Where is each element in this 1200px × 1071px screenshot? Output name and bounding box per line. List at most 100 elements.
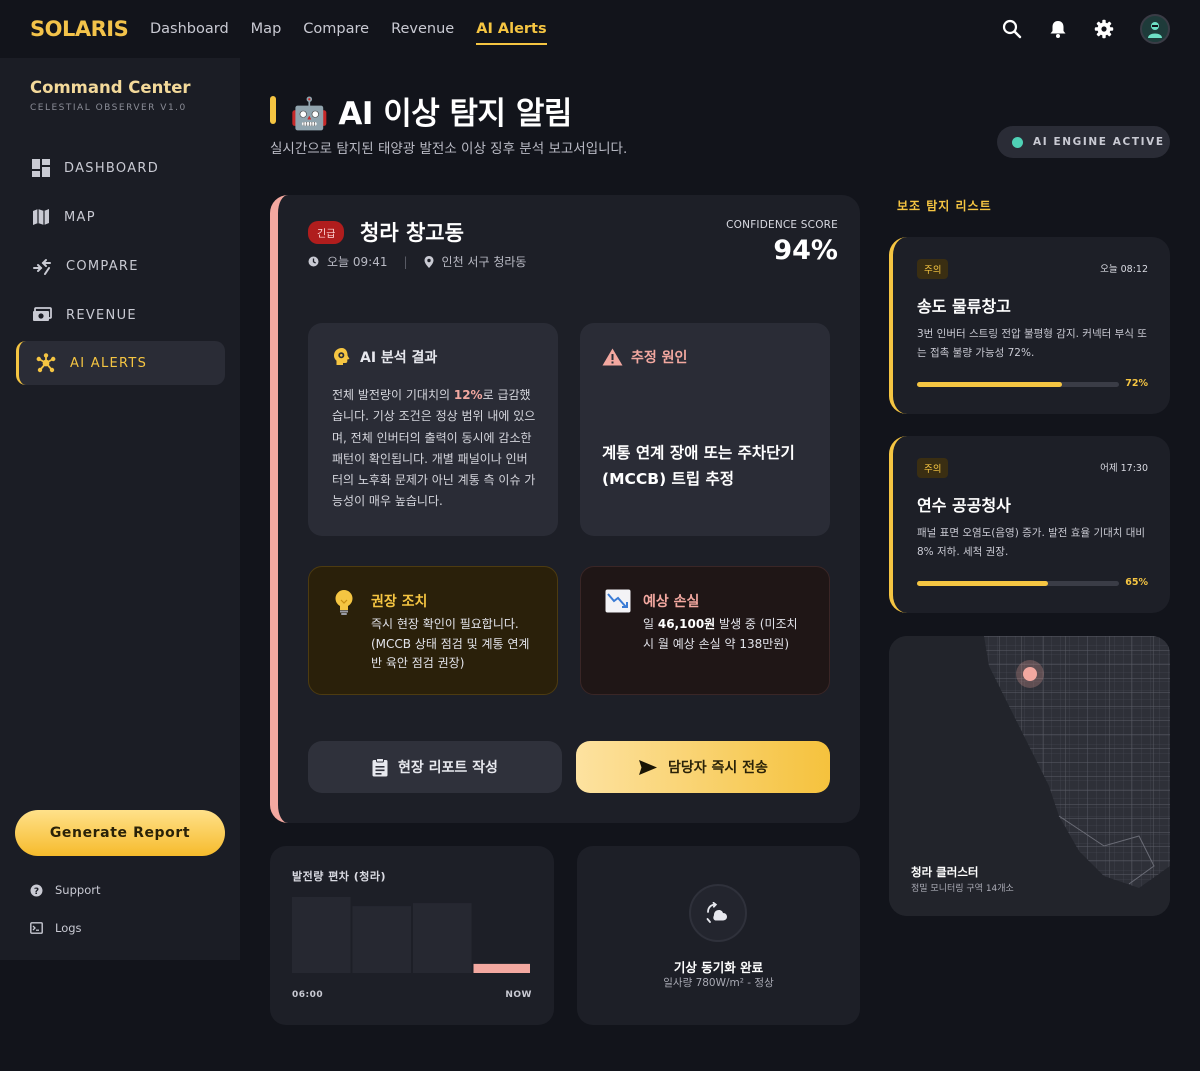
chart-bar xyxy=(292,897,351,973)
weather-sync-sub: 일사량 780W/m² - 정상 xyxy=(663,977,774,989)
cause-text: 계통 연계 장애 또는 주차단기(MCCB) 트립 추정 xyxy=(602,444,795,488)
clipboard-icon xyxy=(372,757,388,776)
sidebar-item-dashboard[interactable]: DASHBOARD xyxy=(16,146,225,190)
analysis-heading: AI 분석 결과 xyxy=(332,347,437,367)
alert-meta: 오늘 09:41 | 인천 서구 청라동 xyxy=(308,253,526,270)
deviation-bar-chart xyxy=(292,897,530,973)
progress-track xyxy=(917,382,1119,387)
warning-icon xyxy=(602,348,623,366)
side-alert-desc: 패널 표면 오염도(음영) 증가. 발전 효율 기대치 대비 8% 저하. 세척… xyxy=(917,527,1146,558)
loss-amount: 46,100원 xyxy=(657,617,716,631)
main-alert-card: 긴급 청라 창고동 오늘 09:41 | 인천 서구 청라동 CONFIDENC… xyxy=(270,195,860,823)
analysis-text-post: 로 급감했습니다. 기상 조건은 정상 범위 내에 있으며, 전체 인버터의 출… xyxy=(332,388,536,509)
sidebar-item-map[interactable]: MAP xyxy=(16,195,225,239)
loss-card: 예상 손실 일 46,100원 발생 중 (미조치 시 월 예상 손실 약 13… xyxy=(580,566,830,695)
cause-card: 추정 원인 계통 연계 장애 또는 주차단기(MCCB) 트립 추정 xyxy=(580,323,830,536)
side-alert-title: 송도 물류창고 xyxy=(917,297,1011,316)
sidebar-item-revenue[interactable]: REVENUE xyxy=(16,293,225,337)
engine-status-badge: AI ENGINE ACTIVE xyxy=(997,126,1170,158)
nav-map[interactable]: Map xyxy=(251,15,282,43)
support-link[interactable]: ? Support xyxy=(30,883,100,897)
chart-bar xyxy=(352,906,411,973)
sidebar-item-compare[interactable]: COMPARE xyxy=(16,244,225,288)
write-report-button[interactable]: 현장 리포트 작성 xyxy=(308,741,562,793)
cause-title: 추정 원인 xyxy=(631,350,688,366)
top-bar: SOLARIS Dashboard Map Compare Revenue AI… xyxy=(0,0,1200,58)
map-subtitle: 정밀 모니터링 구역 14개소 xyxy=(911,884,1014,894)
search-icon[interactable] xyxy=(1002,19,1022,39)
deviation-chart-title: 발전량 편차 (청라) xyxy=(292,870,387,883)
side-alert-card[interactable]: 주의 어제 17:30 연수 공공청사 패널 표면 오염도(음영) 증가. 발전… xyxy=(889,436,1170,613)
deviation-chart-card: 발전량 편차 (청라) 06:00 NOW xyxy=(270,846,554,1025)
alert-site-name: 청라 창고동 xyxy=(360,221,464,245)
bell-icon[interactable] xyxy=(1048,19,1068,39)
brain-icon xyxy=(334,348,350,365)
send-now-button[interactable]: 담당자 즉시 전송 xyxy=(576,741,830,793)
compare-icon xyxy=(33,259,51,275)
sidebar-item-label: DASHBOARD xyxy=(64,160,160,176)
progress-fill xyxy=(917,382,1063,387)
trend-down-icon xyxy=(605,589,631,619)
nav-ai-alerts[interactable]: AI Alerts xyxy=(476,15,548,45)
logs-link[interactable]: Logs xyxy=(30,921,82,935)
chart-bar xyxy=(473,963,530,973)
nav-dashboard[interactable]: Dashboard xyxy=(150,15,229,43)
clock-icon xyxy=(308,256,319,267)
progress-label: 72% xyxy=(1125,378,1148,389)
svg-text:?: ? xyxy=(34,887,39,897)
nav-revenue[interactable]: Revenue xyxy=(391,15,454,43)
progress-label: 65% xyxy=(1125,577,1148,588)
chart-x-end: NOW xyxy=(505,990,532,1000)
confidence-value: 94% xyxy=(773,235,838,266)
sidebar-item-label: COMPARE xyxy=(66,258,139,274)
sidebar-item-ai-alerts[interactable]: AI ALERTS xyxy=(16,341,225,385)
analysis-highlight: 12% xyxy=(453,388,483,402)
side-alert-desc: 3번 인버터 스트링 전압 불평형 감지. 커넥터 부식 또는 접촉 불량 가능… xyxy=(917,328,1147,359)
money-icon xyxy=(33,307,52,321)
caution-badge: 주의 xyxy=(917,458,949,478)
support-label: Support xyxy=(55,883,101,897)
location-pin-icon xyxy=(424,255,434,268)
chart-bar xyxy=(413,903,472,973)
sidebar-item-label: MAP xyxy=(64,209,96,225)
progress-fill xyxy=(917,581,1049,586)
status-dot-icon xyxy=(1012,136,1023,148)
terminal-icon xyxy=(30,922,43,934)
user-avatar[interactable] xyxy=(1140,14,1170,44)
send-icon xyxy=(639,759,658,775)
nav-compare[interactable]: Compare xyxy=(303,15,369,43)
alert-time: 오늘 09:41 xyxy=(327,255,388,269)
meta-divider: | xyxy=(403,254,408,269)
write-report-label: 현장 리포트 작성 xyxy=(398,760,498,776)
analysis-text-pre: 전체 발전량이 기대치의 xyxy=(332,388,454,402)
send-now-label: 담당자 즉시 전송 xyxy=(668,760,768,776)
confidence-label: CONFIDENCE SCORE xyxy=(726,219,838,231)
page-title: 🤖 AI 이상 탐지 알림 xyxy=(290,96,572,132)
gear-icon[interactable] xyxy=(1094,19,1114,39)
generate-report-button[interactable]: Generate Report xyxy=(15,810,225,856)
action-title: 권장 조치 xyxy=(371,594,428,610)
hub-icon xyxy=(36,353,56,373)
side-alert-card[interactable]: 주의 오늘 08:12 송도 물류창고 3번 인버터 스트링 전압 불평형 감지… xyxy=(889,237,1170,414)
dashboard-icon xyxy=(32,159,50,177)
alert-location: 인천 서구 청라동 xyxy=(441,255,527,269)
loss-text: 일 46,100원 발생 중 (미조치 시 월 예상 손실 약 138만원) xyxy=(643,615,811,654)
loss-title: 예상 손실 xyxy=(643,594,700,610)
map-title: 청라 클러스터 xyxy=(911,865,979,879)
side-alert-title: 연수 공공청사 xyxy=(917,496,1011,515)
page-subtitle: 실시간으로 탐지된 태양광 발전소 이상 징후 분석 보고서입니다. xyxy=(270,141,628,157)
side-list-title: 보조 탐지 리스트 xyxy=(897,199,992,213)
cause-heading: 추정 원인 xyxy=(602,347,687,367)
help-icon: ? xyxy=(30,884,43,897)
weather-sync-icon xyxy=(689,884,747,942)
cluster-map-card[interactable]: 청라 클러스터 정밀 모니터링 구역 14개소 xyxy=(889,636,1170,916)
sidebar-subtitle: CELESTIAL OBSERVER V1.0 xyxy=(30,103,187,113)
logs-label: Logs xyxy=(55,921,82,935)
analysis-card: AI 분석 결과 전체 발전량이 기대치의 12%로 급감했습니다. 기상 조건… xyxy=(308,323,558,536)
urgent-badge: 긴급 xyxy=(308,221,345,244)
brand-logo[interactable]: SOLARIS xyxy=(30,17,148,41)
top-nav: Dashboard Map Compare Revenue AI Alerts xyxy=(150,15,548,45)
side-alert-time: 어제 17:30 xyxy=(1100,463,1148,474)
top-actions xyxy=(1002,14,1170,44)
weather-sync-card: 기상 동기화 완료 일사량 780W/m² - 정상 xyxy=(577,846,860,1025)
